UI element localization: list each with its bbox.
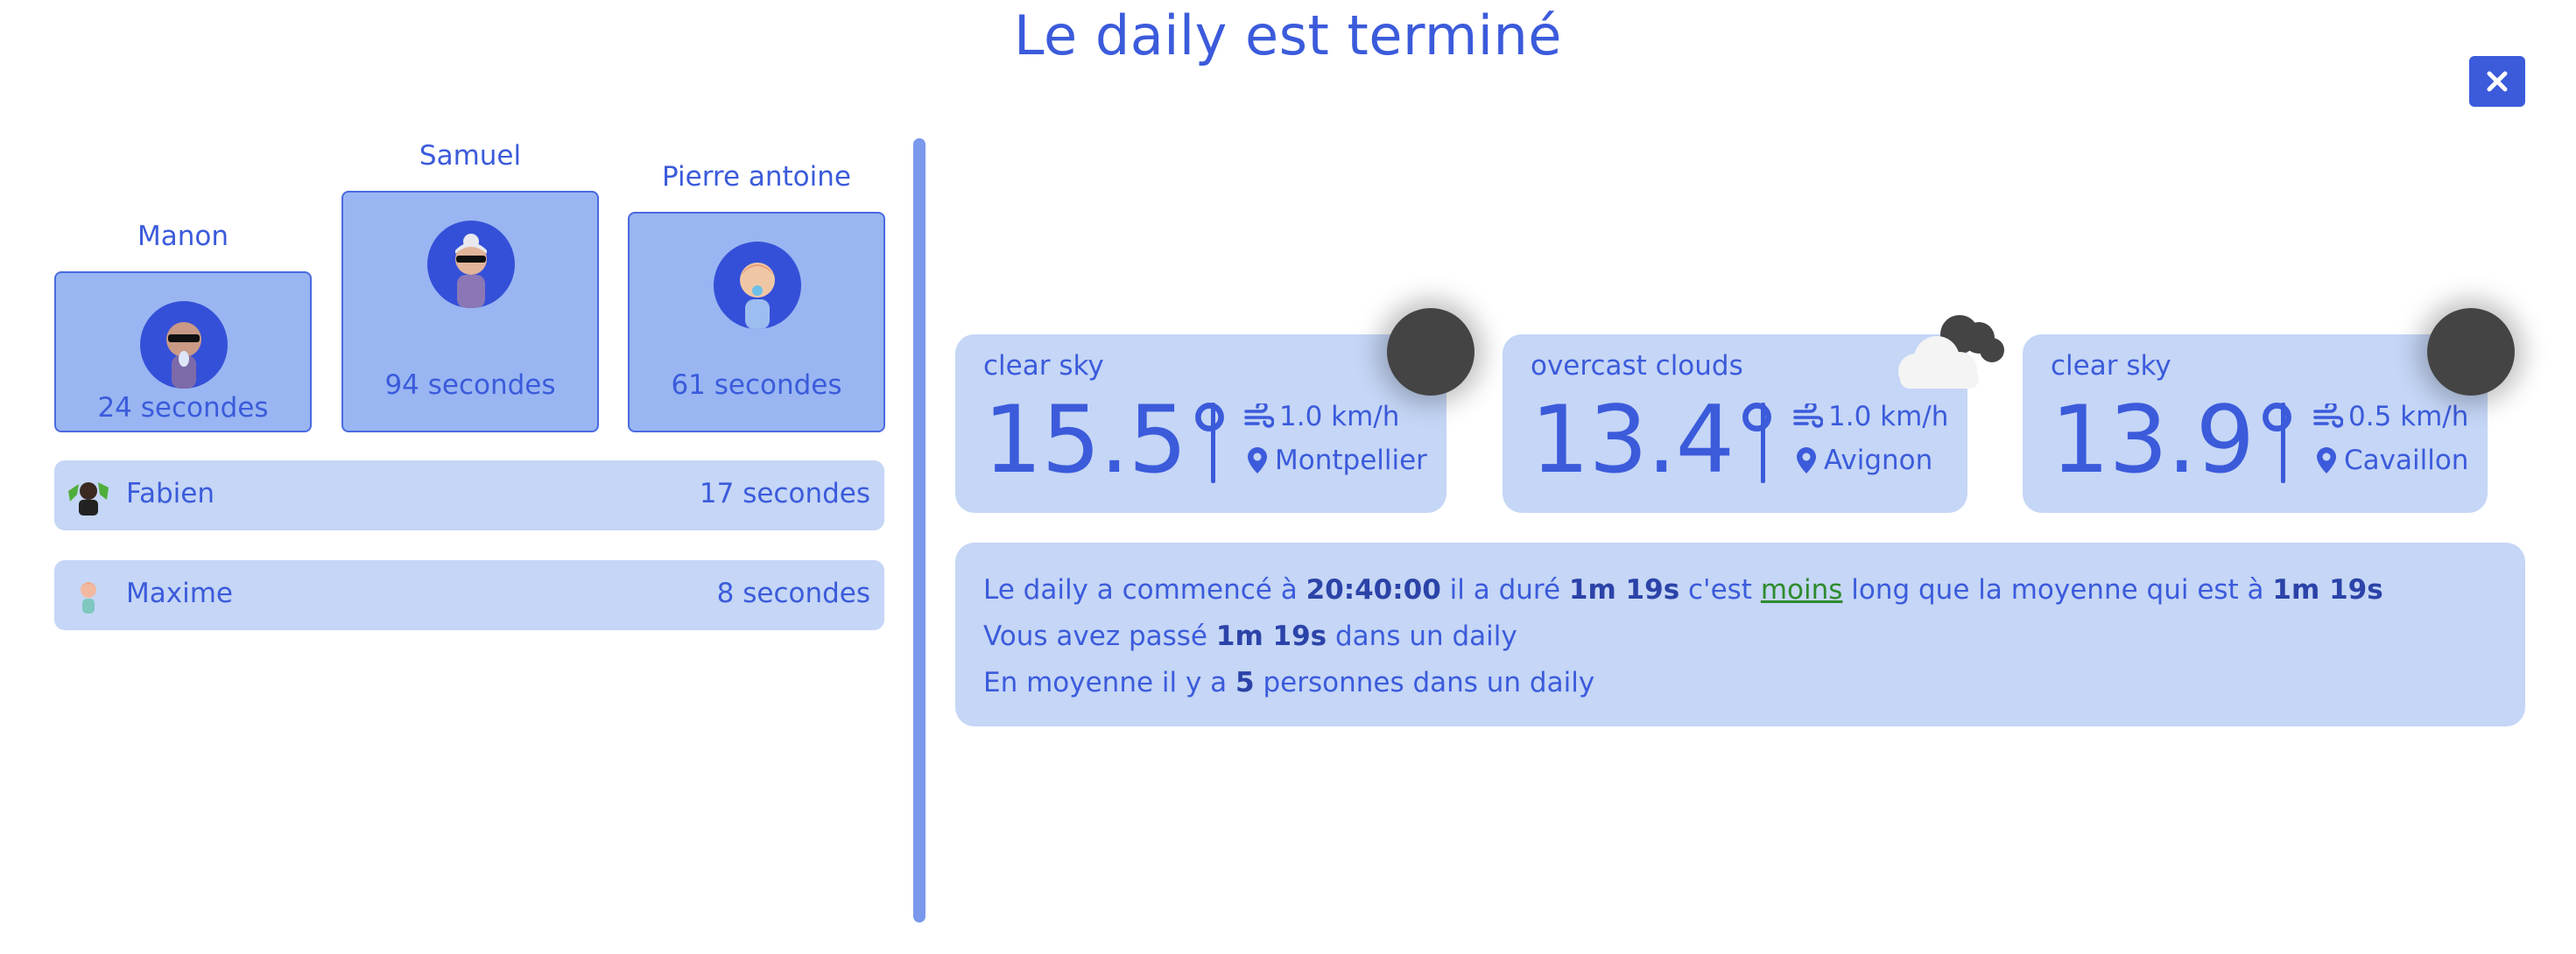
bald-sunglasses-avatar [140,301,228,389]
podium-name-manon: Manon [137,221,229,252]
average-duration: 1m 19s [2272,574,2383,606]
weather-description: clear sky [983,350,1104,382]
list-item-time: 17 secondes [699,478,870,509]
close-icon [2487,71,2508,92]
weather-location: Montpellier [1247,445,1427,476]
weather-city: Avignon [1824,445,1933,476]
weather-separator [2281,403,2285,483]
podium-time-pierre-antoine: 61 secondes [671,369,842,401]
podium-card-pierre-antoine: 61 secondes [628,212,885,432]
weather-city: Montpellier [1275,445,1427,476]
podium-card-samuel: 94 secondes [341,191,599,432]
weather-separator [1211,403,1215,483]
weather-temperature: 13.4° [1531,386,1780,494]
podium-time-samuel: 94 secondes [384,369,556,401]
weather-location: Avignon [1796,445,1932,476]
sun-icon [1387,308,1475,396]
summary-line-duration: Le daily a commencé à 20:40:00 il a duré… [983,574,2383,606]
sun-icon [2427,308,2515,396]
location-pin-icon [1797,447,1816,473]
weather-temperature: 13.9° [2051,386,2300,494]
grandma-sunglasses-avatar [427,221,515,308]
list-item: Fabien 17 secondes [54,460,884,530]
wind-icon [1244,403,1274,428]
weather-location: Cavaillon [2316,445,2468,476]
list-item-name: Maxime [126,578,233,609]
weather-temperature: 15.5° [983,386,1233,494]
comparison-link[interactable]: moins [1761,574,1843,606]
wind-speed: 1.0 km/h [1828,401,1949,432]
weather-description: clear sky [2051,350,2171,382]
podium-name-samuel: Samuel [419,140,522,172]
close-button[interactable] [2469,56,2525,107]
weather-separator [1761,403,1765,483]
summary-line-people: En moyenne il y a 5 personnes dans un da… [983,667,1595,698]
baby-pacifier-avatar [714,242,801,329]
weather-wind: 0.5 km/h [2313,401,2468,432]
photo-avatar [68,475,109,516]
list-item-time: 8 secondes [716,578,870,609]
podium-card-manon: 24 secondes [54,271,312,432]
podium-time-manon: 24 secondes [97,392,269,424]
weather-card-avignon: overcast clouds 13.4° 1.0 km/h Avignon [1503,315,2004,513]
wind-icon [2313,403,2343,428]
weather-card-cavaillon: clear sky 13.9° 0.5 km/h Cavaillon [2023,308,2515,513]
average-people: 5 [1235,667,1255,698]
location-pin-icon [2317,447,2336,473]
cartoon-avatar [68,575,109,615]
weather-city: Cavaillon [2344,445,2469,476]
page-title: Le daily est terminé [1014,4,1562,67]
podium-name-pierre-antoine: Pierre antoine [662,161,851,193]
weather-card-montpellier: clear sky 15.5° 1.0 km/h Montpellier [955,308,1475,513]
location-pin-icon [1248,447,1267,473]
cloud-icon [1898,315,2004,389]
summary-line-total: Vous avez passé 1m 19s dans un daily [983,621,1517,652]
weather-description: overcast clouds [1531,350,1743,382]
daily-summary: Le daily a commencé à 20:40:00 il a duré… [955,543,2525,726]
list-item: Maxime 8 secondes [54,560,884,630]
wind-icon [1793,403,1823,428]
list-item-name: Fabien [126,478,215,509]
wind-speed: 1.0 km/h [1279,401,1400,432]
weather-wind: 1.0 km/h [1793,401,1948,432]
start-time: 20:40:00 [1306,574,1441,606]
total-time: 1m 19s [1215,621,1327,652]
duration: 1m 19s [1568,574,1680,606]
wind-speed: 0.5 km/h [2348,401,2469,432]
weather-wind: 1.0 km/h [1244,401,1399,432]
vertical-divider [913,138,926,922]
